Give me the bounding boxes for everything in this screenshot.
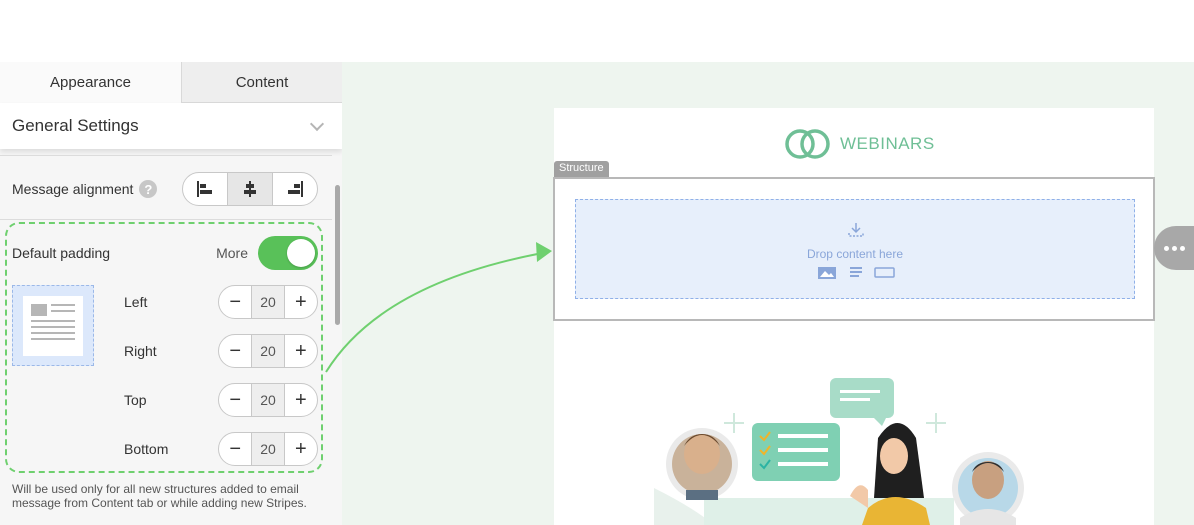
annotation-arrow — [325, 242, 552, 373]
drop-zone[interactable]: Drop content here — [575, 199, 1135, 299]
padding-left-input[interactable]: 20 — [251, 286, 285, 318]
padding-bottom-field: Bottom − 20 + — [124, 432, 318, 466]
panel-tabs: Appearance Content — [0, 62, 342, 103]
padding-right-input[interactable]: 20 — [251, 335, 285, 367]
download-icon — [848, 223, 864, 237]
tab-content[interactable]: Content — [181, 62, 342, 103]
align-center-icon — [244, 181, 256, 197]
align-center-button[interactable] — [228, 173, 273, 205]
top-bar — [0, 0, 1194, 62]
webinar-illustration — [654, 378, 1024, 525]
rings-logo-icon — [785, 129, 830, 159]
logo-text: WEBINARS — [840, 134, 935, 153]
padding-top-label: Top — [124, 392, 147, 408]
default-padding-toggle[interactable] — [258, 236, 318, 270]
webinars-logo: WEBINARS — [784, 128, 935, 160]
align-right-icon — [288, 181, 303, 197]
content-type-icons — [818, 267, 895, 279]
message-alignment-label: Message alignment — [12, 181, 134, 197]
toggle-knob — [287, 239, 315, 267]
padding-left-stepper: − 20 + — [218, 285, 318, 319]
padding-right-decrement-button[interactable]: − — [219, 335, 251, 367]
padding-left-decrement-button[interactable]: − — [219, 286, 251, 318]
padding-top-field: Top − 20 + — [124, 383, 318, 417]
more-label: More — [216, 245, 248, 261]
padding-bottom-increment-button[interactable]: + — [285, 433, 317, 465]
padding-left-field: Left − 20 + — [124, 285, 318, 319]
padding-left-label: Left — [124, 294, 148, 310]
structure-block[interactable]: Drop content here — [553, 177, 1155, 321]
padding-top-stepper: − 20 + — [218, 383, 318, 417]
padding-bottom-stepper: − 20 + — [218, 432, 318, 466]
align-right-button[interactable] — [273, 173, 317, 205]
chevron-down-icon[interactable] — [309, 116, 325, 132]
divider — [0, 219, 332, 220]
padding-preview — [12, 285, 94, 366]
default-padding-label: Default padding — [12, 245, 111, 261]
padding-right-label: Right — [124, 343, 157, 359]
alignment-button-group — [182, 172, 318, 206]
structure-options-button[interactable] — [1154, 226, 1194, 270]
structure-tag: Structure — [554, 161, 609, 177]
padding-right-increment-button[interactable]: + — [285, 335, 317, 367]
settings-panel: Appearance Content General Settings Mess… — [0, 62, 342, 525]
message-alignment-row: Message alignment ? — [12, 172, 318, 206]
padding-bottom-label: Bottom — [124, 441, 169, 457]
align-left-icon — [197, 181, 212, 197]
padding-left-increment-button[interactable]: + — [285, 286, 317, 318]
general-settings-header[interactable]: General Settings — [0, 103, 342, 149]
tab-appearance[interactable]: Appearance — [0, 62, 181, 103]
email-template: WEBINARS Structure Drop content here — [553, 108, 1155, 525]
align-left-button[interactable] — [183, 173, 228, 205]
more-options-icon — [1163, 245, 1185, 251]
help-icon[interactable]: ? — [139, 180, 158, 198]
drop-content-text: Drop content here — [806, 247, 904, 261]
padding-top-decrement-button[interactable]: − — [219, 384, 251, 416]
default-padding-row: Default padding More — [12, 236, 318, 270]
padding-right-stepper: − 20 + — [218, 334, 318, 368]
padding-note: Will be used only for all new structures… — [12, 482, 307, 510]
document-preview-icon — [23, 295, 83, 356]
padding-bottom-input[interactable]: 20 — [251, 433, 285, 465]
padding-top-increment-button[interactable]: + — [285, 384, 317, 416]
divider — [0, 155, 332, 156]
padding-top-input[interactable]: 20 — [251, 384, 285, 416]
padding-bottom-decrement-button[interactable]: − — [219, 433, 251, 465]
padding-right-field: Right − 20 + — [124, 334, 318, 368]
general-settings-title: General Settings — [12, 116, 139, 135]
